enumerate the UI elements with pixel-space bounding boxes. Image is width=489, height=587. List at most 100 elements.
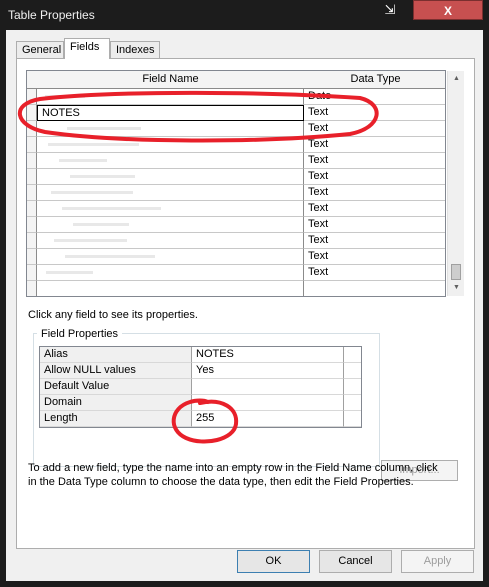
- row-selector[interactable]: [27, 201, 37, 217]
- row-selector[interactable]: [27, 217, 37, 233]
- table-row[interactable]: Text: [27, 233, 445, 249]
- property-extra-cell: [344, 363, 361, 379]
- row-selector[interactable]: [27, 249, 37, 265]
- property-row[interactable]: Length 255: [40, 411, 361, 427]
- field-name-header[interactable]: Field Name: [37, 71, 305, 89]
- field-name-cell[interactable]: [37, 185, 304, 201]
- tab-general[interactable]: General: [16, 41, 64, 58]
- data-type-cell[interactable]: Text: [304, 169, 445, 185]
- field-name-cell[interactable]: [37, 89, 304, 105]
- close-button[interactable]: X: [413, 0, 483, 20]
- field-name-cell[interactable]: [37, 201, 304, 217]
- row-selector[interactable]: [27, 121, 37, 137]
- field-name-cell[interactable]: [37, 233, 304, 249]
- data-type-header[interactable]: Data Type: [304, 71, 445, 89]
- property-label: Default Value: [40, 379, 192, 395]
- row-selector[interactable]: [27, 233, 37, 249]
- table-row[interactable]: Text: [27, 121, 445, 137]
- tab-fields[interactable]: Fields: [64, 38, 110, 59]
- data-type-cell[interactable]: Text: [304, 153, 445, 169]
- row-selector[interactable]: [27, 137, 37, 153]
- data-type-cell[interactable]: Text: [304, 249, 445, 265]
- field-name-cell[interactable]: NOTES: [37, 105, 304, 121]
- redacted-field-name: [51, 190, 133, 194]
- field-name-cell[interactable]: [37, 281, 304, 296]
- row-selector[interactable]: [27, 169, 37, 185]
- redacted-field-name: [45, 94, 85, 98]
- row-selector[interactable]: [27, 153, 37, 169]
- table-row[interactable]: Text: [27, 185, 445, 201]
- redacted-field-name: [59, 158, 107, 162]
- property-row[interactable]: Default Value: [40, 379, 361, 395]
- table-row[interactable]: [27, 281, 445, 296]
- row-selector[interactable]: [27, 265, 37, 281]
- field-name-cell[interactable]: [37, 217, 304, 233]
- property-value[interactable]: NOTES: [192, 347, 344, 363]
- fields-grid[interactable]: Field Name Data Type Date NOTES Text Text Te…: [26, 70, 446, 297]
- title-bar: Table Properties ⇲ X: [0, 0, 489, 30]
- table-row[interactable]: Text: [27, 265, 445, 281]
- field-name-cell[interactable]: [37, 169, 304, 185]
- property-extra-cell: [344, 347, 361, 363]
- property-label: Alias: [40, 347, 192, 363]
- property-label: Domain: [40, 395, 192, 411]
- data-type-cell[interactable]: [304, 281, 445, 296]
- cancel-button[interactable]: Cancel: [319, 550, 392, 573]
- property-label: Length: [40, 411, 192, 427]
- field-properties-legend: Field Properties: [37, 328, 123, 340]
- ok-button[interactable]: OK: [237, 550, 310, 573]
- field-name-cell[interactable]: [37, 265, 304, 281]
- tab-indexes[interactable]: Indexes: [110, 41, 160, 58]
- data-type-cell[interactable]: Text: [304, 233, 445, 249]
- redacted-field-name: [73, 222, 129, 226]
- window-title: Table Properties: [8, 8, 95, 22]
- property-label: Allow NULL values: [40, 363, 192, 379]
- redacted-field-name: [65, 254, 155, 258]
- property-row[interactable]: Allow NULL values Yes: [40, 363, 361, 379]
- data-type-cell[interactable]: Text: [304, 137, 445, 153]
- scroll-down-icon[interactable]: ▼: [448, 280, 465, 296]
- property-row[interactable]: Alias NOTES: [40, 347, 361, 363]
- field-name-cell[interactable]: [37, 153, 304, 169]
- table-row[interactable]: Text: [27, 201, 445, 217]
- apply-button[interactable]: Apply: [401, 550, 474, 573]
- row-selector[interactable]: [27, 105, 37, 121]
- row-selector[interactable]: [27, 185, 37, 201]
- restore-icon[interactable]: ⇲: [381, 0, 399, 20]
- data-type-cell[interactable]: Text: [304, 185, 445, 201]
- scroll-thumb[interactable]: [451, 264, 461, 280]
- redacted-field-name: [48, 142, 139, 146]
- property-value[interactable]: Yes: [192, 363, 344, 379]
- table-row[interactable]: Date: [27, 89, 445, 105]
- row-selector[interactable]: [27, 89, 37, 105]
- table-row[interactable]: Text: [27, 137, 445, 153]
- field-name-cell[interactable]: [37, 137, 304, 153]
- property-row[interactable]: Domain: [40, 395, 361, 411]
- table-row[interactable]: Text: [27, 153, 445, 169]
- redacted-field-name: [46, 270, 93, 274]
- scroll-up-icon[interactable]: ▲: [448, 71, 465, 87]
- data-type-cell[interactable]: Text: [304, 265, 445, 281]
- table-row[interactable]: Text: [27, 249, 445, 265]
- property-value[interactable]: [192, 395, 344, 411]
- fields-hint-text: Click any field to see its properties.: [28, 309, 198, 321]
- property-value[interactable]: 255: [192, 411, 344, 427]
- table-row[interactable]: Text: [27, 169, 445, 185]
- property-value[interactable]: [192, 379, 344, 395]
- data-type-cell[interactable]: Text: [304, 217, 445, 233]
- instructions-text: To add a new field, type the name into a…: [28, 462, 438, 488]
- field-name-cell[interactable]: [37, 249, 304, 265]
- data-type-cell[interactable]: Date: [304, 89, 445, 105]
- field-name-cell[interactable]: [37, 121, 304, 137]
- table-row[interactable]: Text: [27, 217, 445, 233]
- data-type-cell[interactable]: Text: [304, 201, 445, 217]
- property-extra-cell: [344, 411, 361, 427]
- table-row[interactable]: NOTES Text: [27, 105, 445, 121]
- data-type-cell[interactable]: Text: [304, 105, 445, 121]
- data-type-cell[interactable]: Text: [304, 121, 445, 137]
- fields-grid-scrollbar[interactable]: ▲ ▼: [447, 71, 464, 296]
- property-extra-cell: [344, 395, 361, 411]
- row-selector[interactable]: [27, 281, 37, 296]
- redacted-field-name: [54, 238, 127, 242]
- field-properties-grid[interactable]: Alias NOTES Allow NULL values Yes Default Va…: [39, 346, 362, 428]
